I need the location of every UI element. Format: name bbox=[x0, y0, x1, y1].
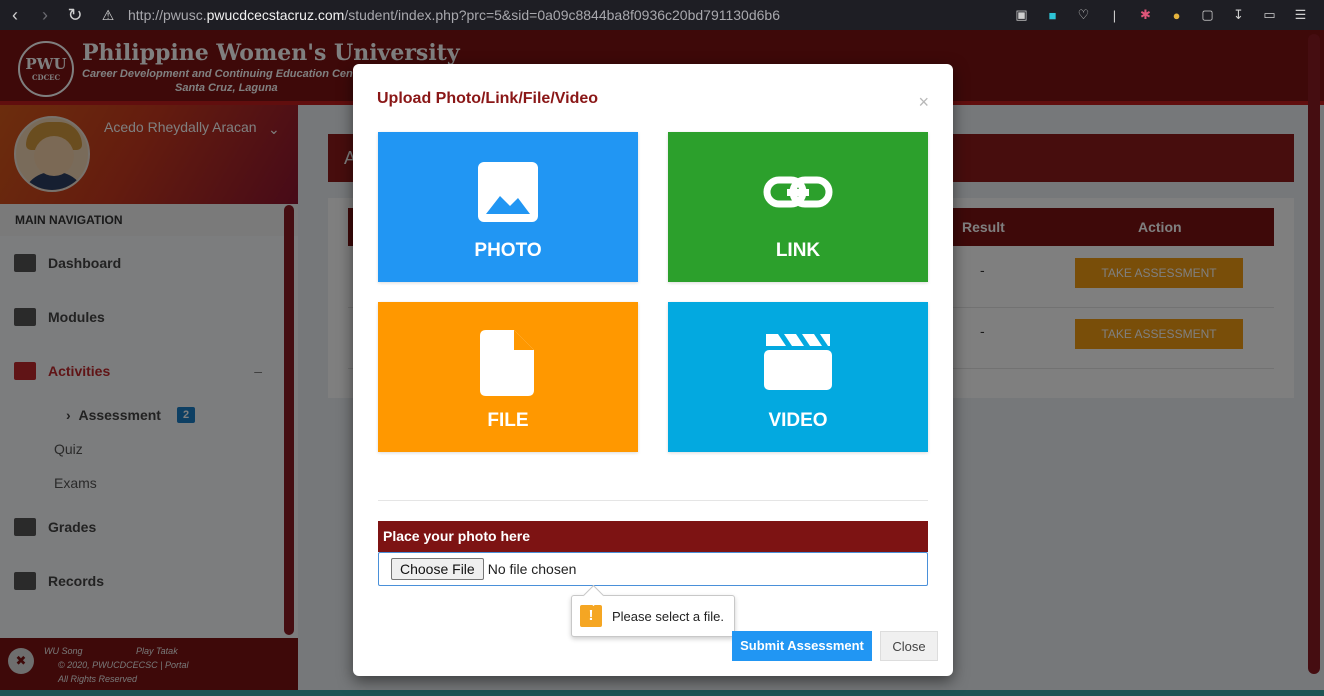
file-status: No file chosen bbox=[487, 561, 577, 577]
heart-icon[interactable]: ♡ bbox=[1068, 7, 1099, 23]
upload-modal: Upload Photo/Link/File/Video × PHOTO LIN… bbox=[353, 64, 953, 676]
address-bar[interactable]: http://pwusc.pwucdcecstacruz.com/student… bbox=[128, 7, 780, 23]
tile-label: VIDEO bbox=[768, 410, 828, 431]
palette-icon[interactable]: ● bbox=[1161, 8, 1192, 23]
image-icon bbox=[478, 162, 538, 222]
photo-tile[interactable]: PHOTO bbox=[378, 132, 638, 282]
tile-label: LINK bbox=[775, 240, 821, 261]
tile-label: PHOTO bbox=[474, 240, 542, 261]
close-icon[interactable]: × bbox=[918, 92, 929, 113]
extension-toolbar: ▣ ■ ♡ | ✱ ● ▢ ↧ ▭ ☰ bbox=[1006, 0, 1316, 30]
link-tile[interactable]: LINK bbox=[668, 132, 928, 282]
separator-icon: | bbox=[1112, 7, 1117, 23]
camera-icon[interactable]: ▣ bbox=[1006, 7, 1037, 23]
video-tile[interactable]: VIDEO bbox=[668, 302, 928, 452]
validation-message: Please select a file. bbox=[612, 608, 725, 624]
back-icon[interactable]: ‹ bbox=[0, 0, 30, 30]
submit-assessment-button[interactable]: Submit Assessment bbox=[732, 631, 872, 661]
validation-tooltip: ! Please select a file. bbox=[571, 595, 735, 637]
file-input[interactable]: Choose File No file chosen bbox=[378, 552, 928, 586]
shield-icon[interactable]: ■ bbox=[1037, 8, 1068, 23]
tile-label: FILE bbox=[487, 410, 529, 431]
file-tile[interactable]: FILE bbox=[378, 302, 638, 452]
not-secure-icon[interactable]: ⚠ bbox=[96, 7, 120, 24]
url-path: /student/index.php?prc=5&sid=0a09c8844ba… bbox=[344, 7, 780, 23]
link-icon bbox=[763, 176, 833, 208]
browser-toolbar: ‹ › ↻ ⚠ http://pwusc.pwucdcecstacruz.com… bbox=[0, 0, 1324, 30]
file-icon bbox=[480, 330, 534, 396]
battery-icon[interactable]: ▭ bbox=[1254, 7, 1285, 23]
menu-icon[interactable]: ☰ bbox=[1285, 7, 1316, 23]
modal-title: Upload Photo/Link/File/Video bbox=[377, 90, 599, 107]
cube-icon[interactable]: ▢ bbox=[1192, 7, 1223, 23]
download-icon[interactable]: ↧ bbox=[1223, 7, 1254, 23]
warning-icon: ! bbox=[580, 605, 602, 627]
upload-label: Place your photo here bbox=[378, 521, 928, 552]
reload-icon[interactable]: ↻ bbox=[60, 0, 90, 30]
divider bbox=[378, 500, 928, 501]
url-domain: pwucdcecstacruz.com bbox=[206, 7, 345, 23]
choose-file-button[interactable]: Choose File bbox=[391, 558, 484, 580]
url-prefix: http://pwusc. bbox=[128, 7, 207, 23]
clapperboard-icon bbox=[764, 334, 832, 390]
forward-icon[interactable]: › bbox=[30, 0, 60, 30]
color-wheel-icon[interactable]: ✱ bbox=[1130, 7, 1161, 23]
close-button[interactable]: Close bbox=[880, 631, 938, 661]
